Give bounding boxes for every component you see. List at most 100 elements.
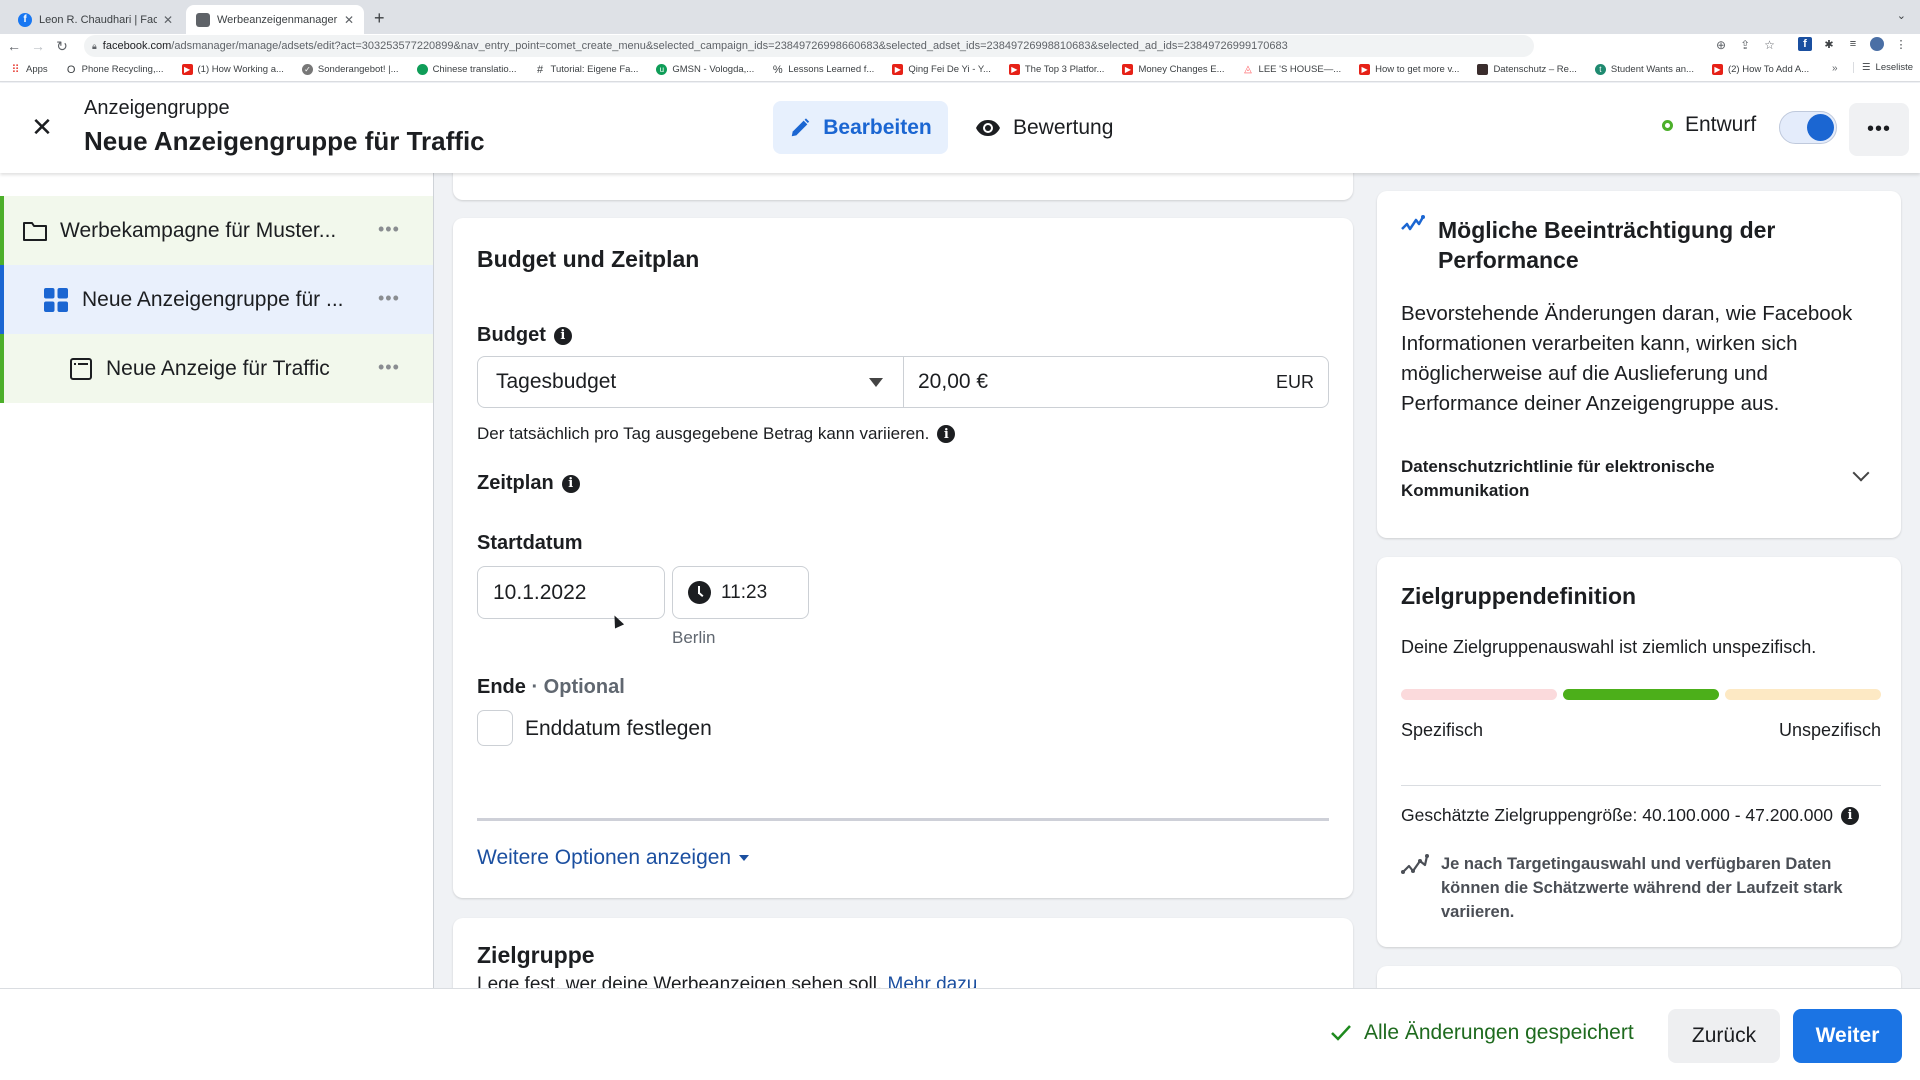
trend-line-icon [1401, 853, 1429, 882]
media-control-icon[interactable]: ≡ [1846, 37, 1860, 51]
browser-tab-adsmanager[interactable]: Werbeanzeigenmanager - Wer ✕ [186, 5, 364, 34]
bookmark-item[interactable]: ▶ How to get more v... [1359, 64, 1459, 75]
budget-hint: Der tatsächlich pro Tag ausgegebene Betr… [477, 424, 956, 444]
bookmark-item[interactable]: u GMSN - Vologda,... [656, 64, 754, 75]
teal-t-icon: t [1594, 64, 1606, 75]
tab-search-chevron-icon[interactable]: ⌄ [1897, 9, 1906, 22]
review-mode-label: Bewertung [1013, 115, 1114, 139]
bookmark-star-icon[interactable]: ☆ [1764, 38, 1775, 52]
tree-item-adset[interactable]: Neue Anzeigengruppe für ... ••• [0, 265, 433, 334]
status-indicator: Entwurf [1662, 113, 1756, 137]
o2-icon: O [66, 63, 76, 76]
info-icon[interactable]: i [561, 474, 580, 493]
meter-segment-2-active [1563, 689, 1719, 700]
reload-icon[interactable]: ↻ [52, 38, 72, 55]
end-date-label: Ende · Optional [477, 676, 625, 698]
share-icon[interactable]: ⇪ [1740, 38, 1750, 52]
pencil-icon [791, 117, 810, 136]
hash-icon: # [536, 63, 544, 76]
adset-grid-icon [44, 287, 68, 312]
bookmark-item[interactable]: ⠿ Apps [10, 64, 47, 76]
back-button[interactable]: Zurück [1668, 1009, 1780, 1063]
tree-item-label: Neue Anzeige für Traffic [106, 356, 330, 380]
tree-item-more-button[interactable]: ••• [378, 288, 400, 309]
extensions-puzzle-icon[interactable]: ✱ [1822, 37, 1836, 51]
zoom-icon[interactable]: ⊕ [1716, 38, 1726, 52]
divider [1401, 785, 1881, 786]
info-icon[interactable]: i [1840, 806, 1859, 825]
close-tab-icon[interactable]: ✕ [344, 13, 354, 27]
trend-line-icon [1401, 215, 1425, 240]
edit-mode-button[interactable]: Bearbeiten [773, 101, 948, 154]
set-end-date-checkbox[interactable] [477, 710, 513, 746]
footer-bar: Alle Änderungen gespeichert Zurück Weite… [0, 988, 1920, 1080]
tree-item-label: Neue Anzeigengruppe für ... [82, 287, 344, 311]
info-icon[interactable]: i [553, 326, 572, 345]
bookmark-item[interactable]: ▶ Qing Fei De Yi - Y... [892, 64, 991, 75]
set-end-date-label[interactable]: Enddatum festlegen [525, 717, 712, 741]
start-date-input[interactable]: 10.1.2022 [477, 566, 665, 619]
tree-item-campaign[interactable]: Werbekampagne für Muster... ••• [0, 196, 433, 265]
budget-schedule-card: Budget und Zeitplan Budget i Tagesbudget… [453, 218, 1353, 898]
new-tab-button[interactable]: + [374, 8, 385, 29]
timezone-label: Berlin [672, 628, 716, 647]
bookmark-item[interactable]: # Tutorial: Eigene Fa... [535, 63, 638, 76]
bookmark-item[interactable]: Datenschutz – Re... [1477, 64, 1577, 75]
bookmark-item[interactable]: ◬ LEE 'S HOUSE—... [1243, 64, 1341, 75]
chevron-down-icon[interactable] [1852, 464, 1870, 482]
facebook-extension-icon[interactable]: f [1798, 37, 1812, 51]
profile-avatar[interactable] [1870, 37, 1884, 51]
back-arrow-icon[interactable]: ← [4, 38, 24, 54]
start-date-label: Startdatum [477, 532, 583, 554]
tree-item-more-button[interactable]: ••• [378, 357, 400, 378]
start-time-input[interactable]: 11:23 [672, 566, 809, 619]
bookmark-item[interactable]: ▶ The Top 3 Platfor... [1008, 64, 1104, 75]
review-mode-button[interactable]: Bewertung [975, 101, 1113, 154]
more-options-button[interactable]: ••• [1849, 103, 1909, 156]
tree-item-more-button[interactable]: ••• [378, 219, 400, 240]
budget-type-select[interactable]: Tagesbudget [478, 357, 904, 407]
bookmark-item[interactable]: ▶ Money Changes E... [1122, 64, 1225, 75]
close-tab-icon[interactable]: ✕ [163, 13, 173, 27]
adsmanager-icon [196, 12, 210, 27]
browser-tab-facebook[interactable]: f Leon R. Chaudhari | Facebook ✕ [8, 5, 183, 34]
dropdown-caret-icon [869, 378, 883, 387]
show-more-options-link[interactable]: Weitere Optionen anzeigen [477, 846, 750, 870]
page-title: Neue Anzeigengruppe für Traffic [84, 126, 485, 156]
reading-list-button[interactable]: ☰ Leseliste [1853, 62, 1913, 73]
budget-amount-input[interactable]: 20,00 € EUR [904, 357, 1328, 407]
tree-item-ad[interactable]: Neue Anzeige für Traffic ••• [0, 334, 433, 403]
youtube-icon: ▶ [1711, 64, 1723, 75]
bookmark-item[interactable]: % Lessons Learned f... [772, 63, 874, 76]
performance-card-body: Bevorstehende Änderungen daran, wie Face… [1401, 302, 1853, 415]
bookmark-item[interactable]: Chinese translatio... [416, 64, 517, 75]
toggle-knob [1807, 114, 1834, 141]
percent-icon: % [772, 63, 783, 76]
browser-toolbar: ← → ↻ 🔒︎ facebook.com /adsmanager/manage… [0, 34, 1920, 58]
bookmark-item[interactable]: t Student Wants an... [1594, 64, 1694, 75]
forward-arrow-icon[interactable]: → [28, 38, 48, 54]
bookmark-item[interactable]: ▶ (1) How Working a... [181, 64, 284, 75]
lock-icon: 🔒︎ [92, 40, 97, 51]
privacy-policy-accordion[interactable]: Datenschutzrichtlinie für elektronische … [1401, 455, 1801, 503]
status-dot-icon [1662, 119, 1673, 131]
bookmark-item[interactable]: O Phone Recycling,... [66, 63, 164, 76]
budget-section-title: Budget und Zeitplan [477, 246, 700, 272]
photo-icon [1477, 64, 1489, 75]
performance-impact-card: Mögliche Beeinträchtigung der Performanc… [1377, 191, 1901, 538]
check-badge-icon: ✓ [301, 64, 313, 75]
currency-label: EUR [1275, 371, 1314, 392]
next-button[interactable]: Weiter [1793, 1009, 1902, 1063]
audience-breadth-meter [1401, 689, 1881, 701]
adset-active-toggle[interactable] [1779, 111, 1837, 144]
bookmark-item[interactable]: ✓ Sonderangebot! |... [301, 64, 399, 75]
browser-menu-icon[interactable]: ⋮ [1894, 37, 1908, 51]
tab-label: Werbeanzeigenmanager - Wer [217, 13, 338, 26]
address-bar[interactable]: 🔒︎ facebook.com /adsmanager/manage/adset… [84, 35, 1534, 57]
meter-segment-1 [1401, 689, 1557, 700]
bookmark-item[interactable]: ▶ (2) How To Add A... [1711, 64, 1809, 75]
youtube-icon: ▶ [1008, 64, 1020, 75]
info-icon[interactable]: i [937, 425, 956, 443]
bookmarks-overflow-button[interactable]: » [1832, 63, 1838, 74]
close-icon[interactable]: ✕ [28, 113, 56, 141]
